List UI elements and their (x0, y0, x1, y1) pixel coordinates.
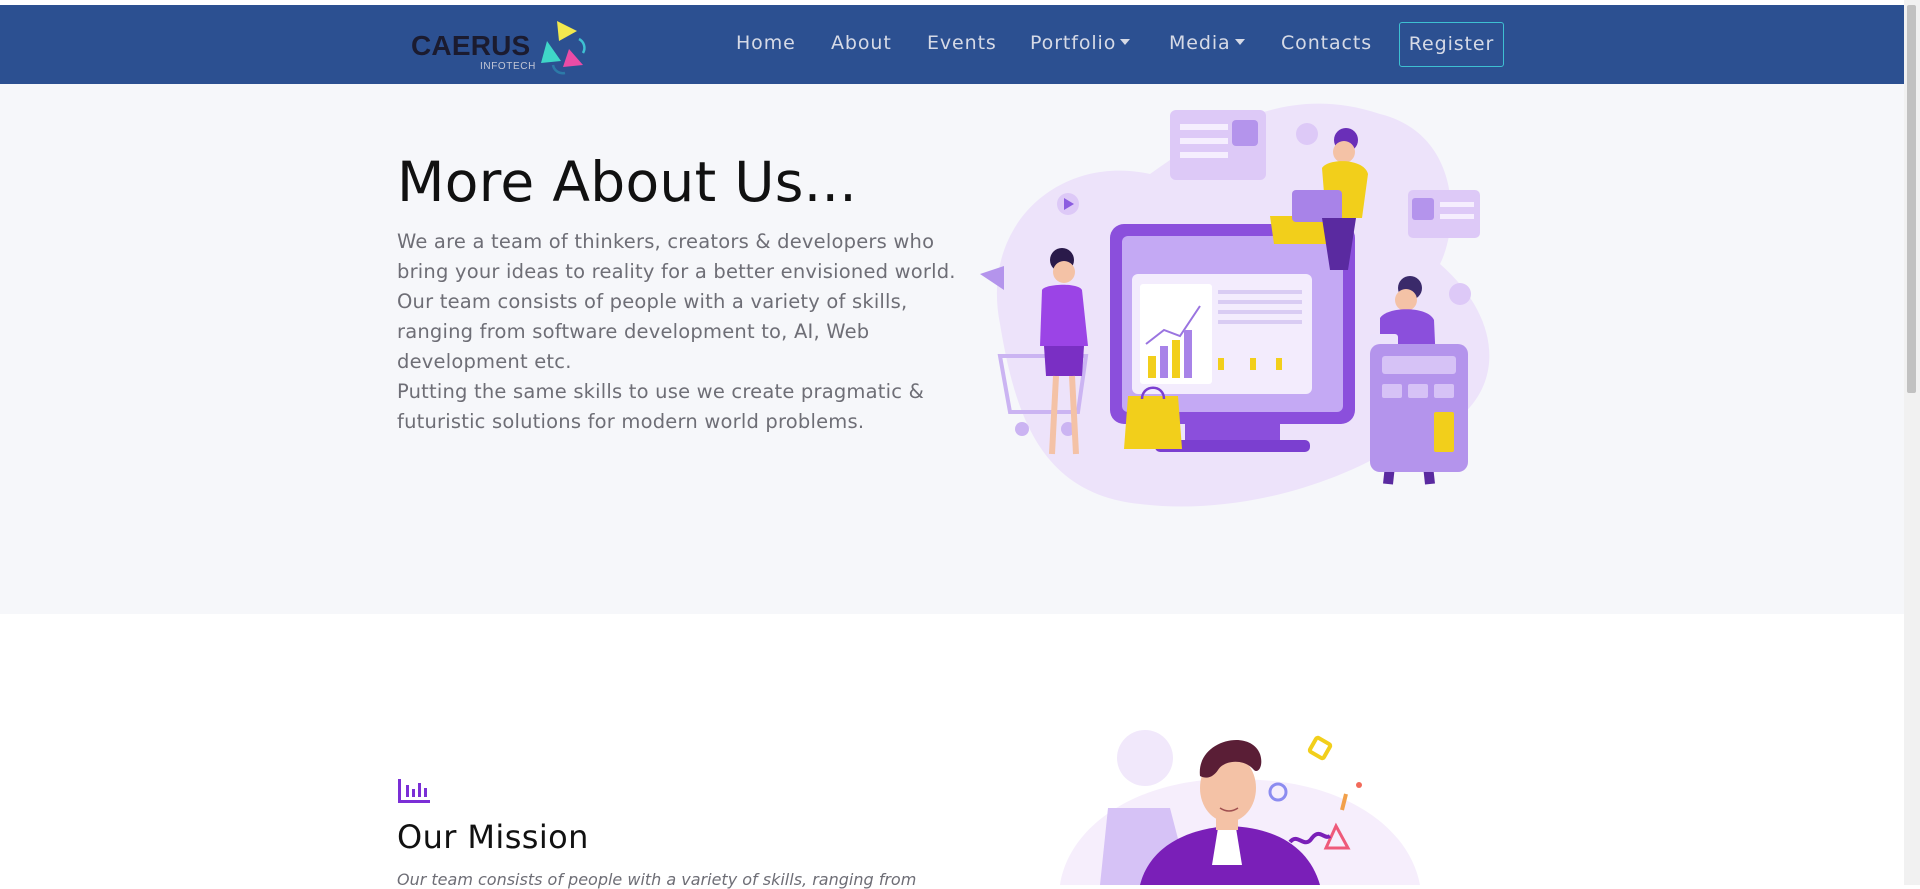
scrollbar[interactable] (1904, 0, 1920, 885)
mission-text: Our team consists of people with a varie… (397, 870, 917, 889)
businessman-illustration (1060, 730, 1420, 885)
team-ecommerce-illustration (980, 103, 1490, 507)
scrollbar-thumb[interactable] (1907, 5, 1916, 393)
page-title: More About Us... (397, 150, 858, 214)
about-hero-section: More About Us... We are a team of thinke… (0, 84, 1904, 614)
caret-down-icon (1120, 39, 1131, 45)
nav-portfolio-label: Portfolio (1030, 32, 1117, 54)
brand-name: CAERUS (411, 30, 531, 61)
register-button[interactable]: Register (1399, 22, 1504, 67)
bar-chart-icon (398, 779, 430, 803)
nav-portfolio-dropdown[interactable]: Portfolio (1030, 32, 1131, 54)
brand-logo[interactable]: CAERUS INFOTECH (410, 19, 590, 75)
about-paragraph: We are a team of thinkers, creators & de… (397, 230, 956, 283)
brand-triangles-icon (541, 21, 586, 75)
nav-about[interactable]: About (831, 32, 892, 54)
about-description: We are a team of thinkers, creators & de… (397, 227, 957, 437)
caret-down-icon (1234, 39, 1245, 45)
navbar: CAERUS INFOTECH Home About Events Portfo… (0, 5, 1904, 84)
about-paragraph: Putting the same skills to use we create… (397, 380, 924, 433)
about-paragraph: Our team consists of people with a varie… (397, 290, 908, 373)
nav-events[interactable]: Events (927, 32, 997, 54)
nav-contacts[interactable]: Contacts (1281, 32, 1372, 54)
nav-home[interactable]: Home (736, 32, 796, 54)
nav-media-label: Media (1169, 32, 1231, 54)
mission-title: Our Mission (397, 818, 589, 856)
brand-subtitle: INFOTECH (480, 61, 536, 72)
nav-media-dropdown[interactable]: Media (1169, 32, 1245, 54)
